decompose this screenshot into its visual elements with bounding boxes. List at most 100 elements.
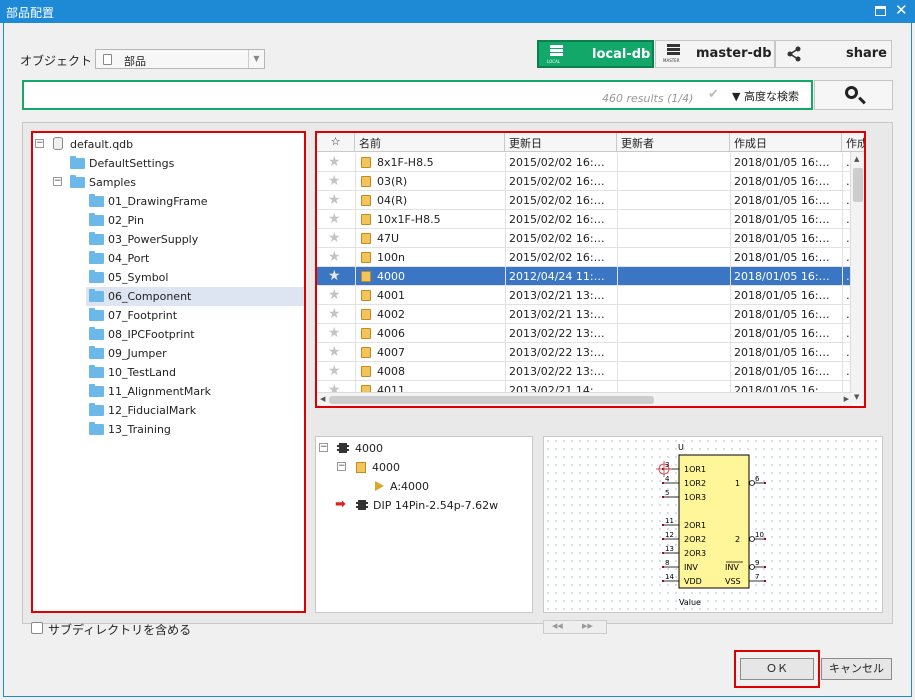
object-combobox[interactable]: 部品 ▼ xyxy=(95,49,265,69)
table-row[interactable]: ★47U2015/02/02 16:…2018/01/05 16:…… xyxy=(317,229,864,248)
tree-item-ipcfootprint[interactable]: 08_IPCFootprint xyxy=(33,325,304,344)
star-icon[interactable]: ★ xyxy=(328,306,341,322)
column-header-name[interactable]: 名前 xyxy=(355,133,505,152)
star-icon[interactable]: ★ xyxy=(328,154,341,170)
ok-button[interactable]: ＯＫ xyxy=(740,658,814,680)
table-row[interactable]: ★40082013/02/22 13:…2018/01/05 16:…… xyxy=(317,362,864,381)
component-icon xyxy=(103,54,112,65)
scroll-down-icon[interactable]: ▼ xyxy=(854,393,859,401)
table-row[interactable]: ★04(R)2015/02/02 16:…2018/01/05 16:…… xyxy=(317,191,864,210)
tree-item-testland[interactable]: 10_TestLand xyxy=(33,363,304,382)
schematic-value: Value xyxy=(679,598,701,607)
pin-end xyxy=(662,580,664,582)
next-page-icon[interactable]: ▶▶ xyxy=(582,622,593,630)
star-icon[interactable]: ★ xyxy=(328,268,341,284)
star-icon[interactable]: ★ xyxy=(328,192,341,208)
tree-item-fiducialmark[interactable]: 12_FiducialMark xyxy=(33,401,304,420)
star-icon[interactable]: ★ xyxy=(328,287,341,303)
cell-name: 4001 xyxy=(377,289,405,302)
column-header-favorite[interactable]: ☆ xyxy=(317,133,355,152)
star-icon[interactable]: ★ xyxy=(328,211,341,227)
cell-updated: 2012/04/24 11:… xyxy=(509,270,605,283)
maximize-icon[interactable] xyxy=(875,6,886,16)
tree-item-footprint[interactable]: 07_Footprint xyxy=(33,306,304,325)
component-detail-tree[interactable]: − 4000 − 4000 A:4000 ➡ DIP 14Pin-2.54p-7… xyxy=(315,436,533,613)
tree-item-alignmentmark[interactable]: 11_AlignmentMark xyxy=(33,382,304,401)
scroll-thumb[interactable] xyxy=(853,168,863,202)
cancel-button[interactable]: キャンセル xyxy=(821,658,892,680)
tree-item-drawingframe[interactable]: 01_DrawingFrame xyxy=(33,192,304,211)
tree-root[interactable]: − default.qdb xyxy=(33,135,304,154)
close-icon[interactable]: ✕ xyxy=(895,1,908,19)
table-row[interactable]: ★ 8x1F-H8.5 2015/02/02 16:… 2018/01/05 16:…… xyxy=(317,153,864,172)
component-icon xyxy=(361,176,371,187)
inversion-bubble xyxy=(749,480,755,486)
folder-icon xyxy=(89,289,104,302)
tree-item-powersupply[interactable]: 03_PowerSupply xyxy=(33,230,304,249)
cell-name: 03(R) xyxy=(377,175,408,188)
share-icon xyxy=(787,46,801,62)
vertical-scrollbar[interactable]: ▲ ▼ xyxy=(850,152,864,404)
horizontal-scrollbar[interactable]: ◀ ▶ xyxy=(317,392,852,406)
table-row[interactable]: ★40012013/02/21 13:…2018/01/05 16:…… xyxy=(317,286,864,305)
column-header-created[interactable]: 作成日 xyxy=(730,133,842,152)
advanced-search-toggle[interactable]: ▼ 高度な検索 xyxy=(732,88,799,104)
tree-item-symbol[interactable]: 05_Symbol xyxy=(33,268,304,287)
table-row[interactable]: ★ 10x1F-H8.5 2015/02/02 16:… 2018/01/05 16:… xyxy=(317,210,864,229)
star-icon[interactable]: ★ xyxy=(328,230,341,246)
folder-tree[interactable]: − default.qdb DefaultSettings − Samples … xyxy=(31,131,306,613)
table-row[interactable]: ★40062013/02/22 13:…2018/01/05 16:…… xyxy=(317,324,864,343)
search-button[interactable] xyxy=(814,80,893,110)
star-icon[interactable]: ★ xyxy=(328,344,341,360)
search-input[interactable]: 460 results (1/4) ✔ ▼ 高度な検索 xyxy=(22,80,813,110)
collapse-icon[interactable]: − xyxy=(53,177,62,186)
tree-item-port[interactable]: 04_Port xyxy=(33,249,304,268)
tree-item-samples[interactable]: − Samples xyxy=(33,173,304,192)
checkbox[interactable] xyxy=(31,622,43,634)
pin-label: 2 xyxy=(735,535,740,544)
pin-number: 10 xyxy=(755,531,764,539)
scroll-left-icon[interactable]: ◀ xyxy=(320,395,325,403)
star-icon[interactable]: ★ xyxy=(328,249,341,265)
cell-created: 2018/01/05 16:… xyxy=(734,308,830,321)
scroll-right-icon[interactable]: ▶ xyxy=(844,395,849,403)
star-icon[interactable]: ★ xyxy=(328,173,341,189)
folder-icon xyxy=(89,251,104,264)
star-icon[interactable]: ★ xyxy=(328,325,341,341)
share-button[interactable]: share xyxy=(775,40,892,68)
pin-number: 12 xyxy=(665,531,674,539)
table-row[interactable]: ★40072013/02/22 13:…2018/01/05 16:…… xyxy=(317,343,864,362)
table-row[interactable]: ★40022013/02/21 13:…2018/01/05 16:…… xyxy=(317,305,864,324)
pin-number: 7 xyxy=(755,573,759,581)
arrow-right-icon: ➡ xyxy=(335,497,346,512)
column-header-updater[interactable]: 更新者 xyxy=(617,133,730,152)
local-db-button[interactable]: LOCAL local-db xyxy=(537,40,654,68)
check-icon[interactable]: ✔ xyxy=(708,87,719,102)
tree-item-training[interactable]: 13_Training xyxy=(33,420,304,439)
star-icon[interactable]: ★ xyxy=(328,363,341,379)
table-row[interactable]: ★100n2015/02/02 16:…2018/01/05 16:…… xyxy=(317,248,864,267)
tree-item-jumper[interactable]: 09_Jumper xyxy=(33,344,304,363)
ok-button-highlight: ＯＫ xyxy=(734,650,820,688)
tree-item-pin[interactable]: 02_Pin xyxy=(33,211,304,230)
prev-page-icon[interactable]: ◀◀ xyxy=(552,622,563,630)
tree-item-component[interactable]: 06_Component xyxy=(86,287,304,306)
scroll-thumb[interactable] xyxy=(329,396,654,404)
cell-updated: 2015/02/02 16:… xyxy=(509,213,605,226)
collapse-icon[interactable]: − xyxy=(319,443,328,452)
cell-updated: 2015/02/02 16:… xyxy=(509,194,605,207)
chevron-down-icon[interactable]: ▼ xyxy=(248,50,264,68)
master-db-button[interactable]: MASTER master-db xyxy=(655,40,775,68)
preview-pager[interactable]: ◀◀ ▶▶ xyxy=(543,620,607,634)
tree-item-defaultsettings[interactable]: DefaultSettings xyxy=(33,154,304,173)
table-row[interactable]: ★40002012/04/24 11:…2018/01/05 16:…… xyxy=(317,267,864,286)
column-header-extra[interactable]: 作成 xyxy=(842,133,864,152)
collapse-icon[interactable]: − xyxy=(35,139,44,148)
cell-name: 10x1F-H8.5 xyxy=(377,213,441,226)
parts-grid[interactable]: ☆ 名前 更新日 更新者 作成日 作成 ≡ ★ 8x1F-H8.5 2015/02/… xyxy=(315,131,866,408)
scroll-up-icon[interactable]: ▲ xyxy=(854,155,859,163)
cell-name: 8x1F-H8.5 xyxy=(377,156,434,169)
table-row[interactable]: ★03(R)2015/02/02 16:…2018/01/05 16:…… xyxy=(317,172,864,191)
collapse-icon[interactable]: − xyxy=(337,462,346,471)
column-header-updated[interactable]: 更新日 xyxy=(505,133,617,152)
